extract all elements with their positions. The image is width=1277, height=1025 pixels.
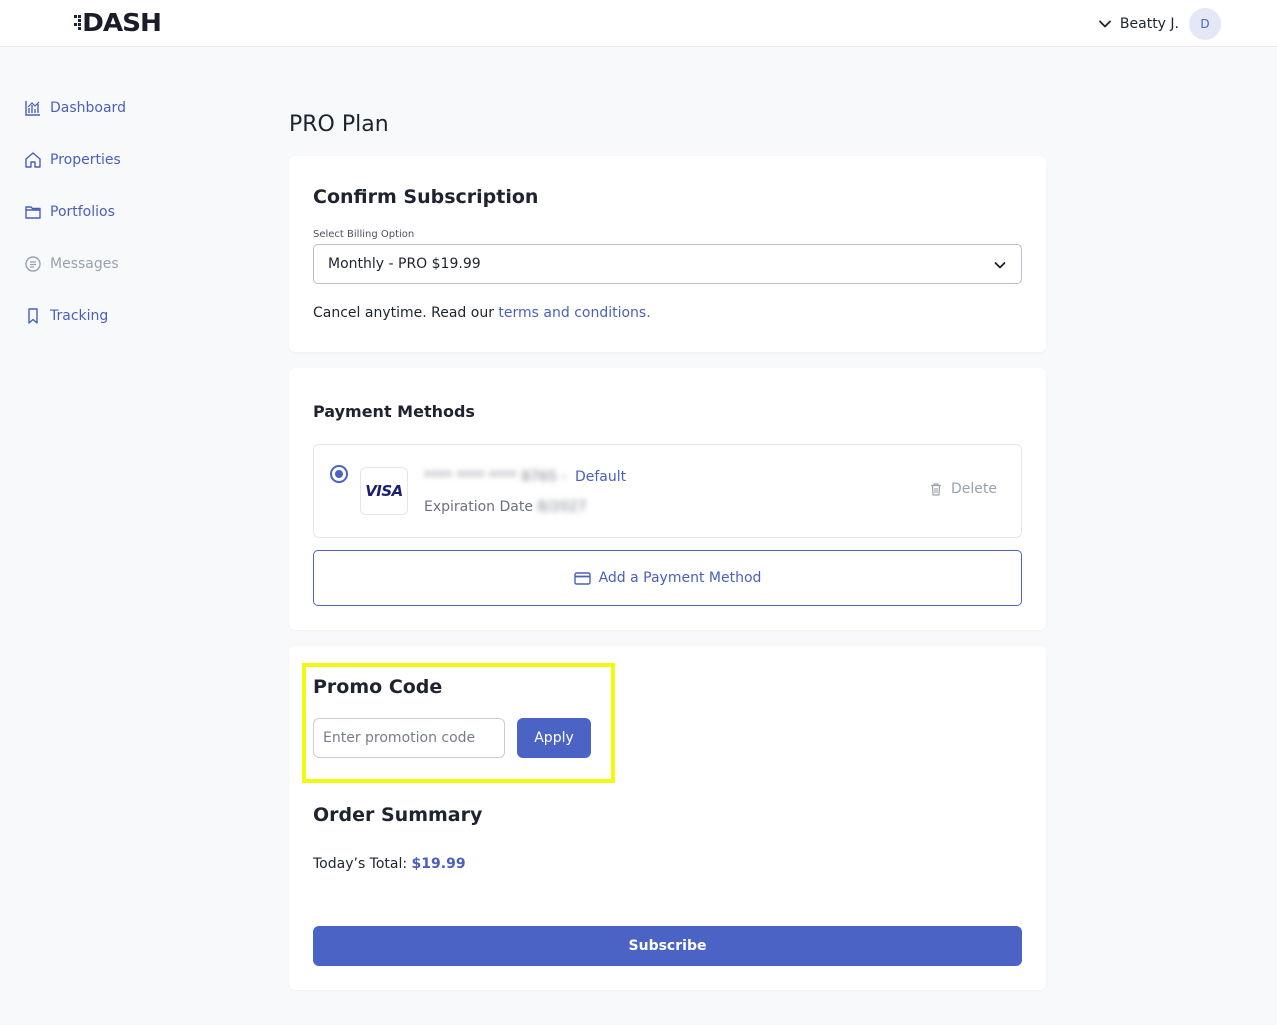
- cancel-anytime-text: Cancel anytime. Read our terms and condi…: [313, 305, 651, 321]
- sidebar-nav: Dashboard Properties Portfolios Messages…: [24, 94, 224, 354]
- total-value: $19.99: [411, 856, 466, 872]
- default-badge: Default: [574, 469, 627, 485]
- sidebar-item-label: Portfolios: [50, 204, 115, 220]
- payment-methods-title: Payment Methods: [313, 402, 475, 421]
- sidebar-item-label: Properties: [50, 152, 121, 168]
- confirm-subscription-card: Confirm Subscription Select Billing Opti…: [289, 156, 1046, 352]
- add-payment-method-label: Add a Payment Method: [598, 570, 762, 586]
- terms-link[interactable]: terms and conditions.: [498, 305, 650, 321]
- payment-method-item: VISA **** **** **** 8765 - Default Expir…: [313, 444, 1022, 538]
- trash-icon: [931, 483, 941, 496]
- folder-icon: [25, 206, 41, 219]
- billing-option-label: Select Billing Option: [313, 229, 415, 240]
- total-label: Today’s Total:: [313, 856, 412, 872]
- sidebar-item-dashboard[interactable]: Dashboard: [24, 94, 224, 122]
- logo-text: DASH: [82, 7, 162, 37]
- avatar[interactable]: D: [1189, 7, 1221, 40]
- sidebar-item-label: Messages: [50, 256, 119, 272]
- sidebar-item-label: Tracking: [50, 308, 109, 324]
- sidebar-item-messages[interactable]: Messages: [24, 250, 224, 278]
- billing-option-value: Monthly - PRO $19.99: [328, 256, 481, 272]
- top-header: DASH Beatty J. D: [0, 0, 1277, 47]
- chevron-down-icon: [994, 262, 1006, 269]
- subscribe-button[interactable]: Subscribe: [313, 926, 1022, 966]
- bookmark-icon: [28, 308, 38, 324]
- add-payment-method-button[interactable]: Add a Payment Method: [313, 550, 1022, 606]
- delete-label: Delete: [951, 481, 997, 497]
- todays-total: Today’s Total: $19.99: [313, 856, 466, 872]
- expiration-value: 8/2027: [537, 499, 587, 515]
- order-summary-title: Order Summary: [313, 804, 483, 826]
- sidebar-item-portfolios[interactable]: Portfolios: [24, 198, 224, 226]
- expiration-label: Expiration Date: [424, 499, 538, 515]
- card-brand: VISA: [365, 482, 403, 500]
- visa-card-icon: VISA: [360, 467, 408, 515]
- sidebar-item-properties[interactable]: Properties: [24, 146, 224, 174]
- sidebar-item-tracking[interactable]: Tracking: [24, 302, 224, 330]
- expiration-line: Expiration Date 8/2027: [424, 499, 587, 515]
- billing-option-select[interactable]: Monthly - PRO $19.99: [313, 244, 1022, 284]
- payment-method-radio[interactable]: [330, 465, 348, 483]
- message-icon: [25, 256, 41, 272]
- dash-logo[interactable]: DASH: [74, 7, 162, 37]
- user-name: Beatty J.: [1119, 15, 1179, 32]
- chevron-down-icon: [1099, 20, 1111, 27]
- sidebar-item-label: Dashboard: [50, 100, 126, 116]
- user-menu[interactable]: Beatty J. D: [1098, 7, 1221, 40]
- credit-card-icon: [573, 571, 591, 585]
- confirm-subscription-title: Confirm Subscription: [313, 186, 539, 208]
- cancel-anytime-label: Cancel anytime. Read our: [313, 305, 499, 321]
- payment-methods-card: Payment Methods VISA **** **** **** 8765…: [289, 368, 1046, 630]
- card-separator: -: [556, 469, 571, 485]
- promo-highlight-box: [302, 663, 615, 783]
- delete-payment-button[interactable]: Delete: [929, 481, 997, 497]
- chart-icon: [25, 101, 40, 116]
- page-title: PRO Plan: [289, 112, 389, 137]
- card-number: **** **** **** 8765: [424, 469, 557, 485]
- home-icon: [25, 152, 41, 168]
- card-number-line: **** **** **** 8765 - Default: [424, 469, 626, 485]
